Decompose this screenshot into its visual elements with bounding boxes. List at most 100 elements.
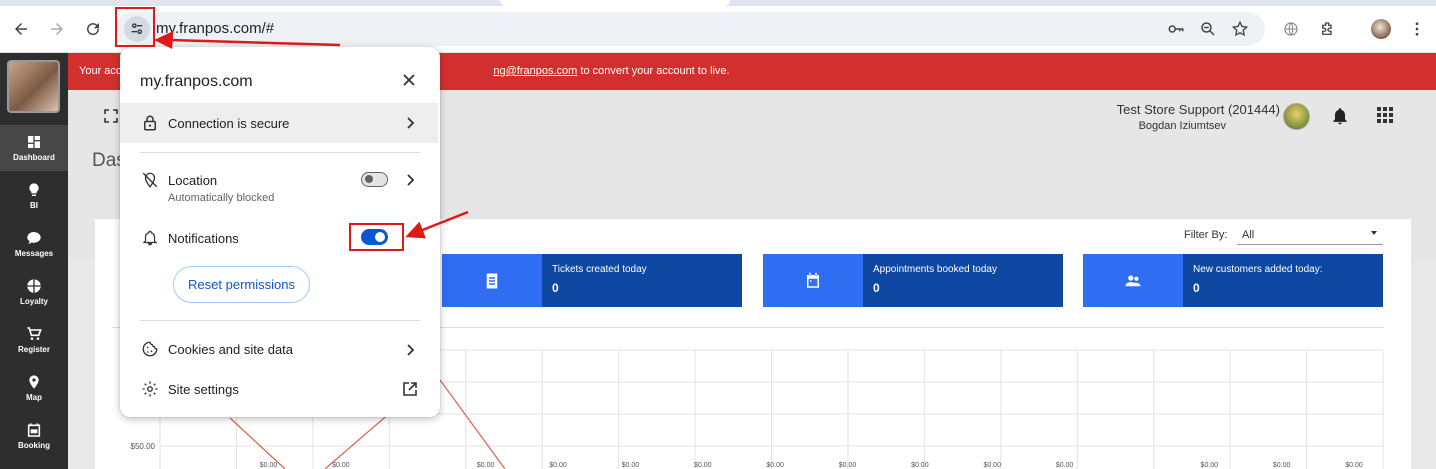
divider xyxy=(140,152,420,153)
data-point-label: $0.00 xyxy=(260,462,278,469)
forward-button[interactable] xyxy=(44,16,70,42)
chevron-right-icon[interactable] xyxy=(403,343,417,357)
data-point-label: $0.00 xyxy=(1345,462,1363,469)
data-point-label: $0.00 xyxy=(694,462,712,469)
reload-button[interactable] xyxy=(80,16,106,42)
connection-label: Connection is secure xyxy=(168,116,290,131)
url-text[interactable]: my.franpos.com/# xyxy=(156,20,274,37)
map-pin-icon xyxy=(29,375,39,389)
store-avatar[interactable] xyxy=(7,60,60,113)
people-icon xyxy=(1083,254,1183,307)
browser-toolbar: my.franpos.com/# xyxy=(0,6,1436,53)
sidebar-item-loyalty[interactable]: Loyalty xyxy=(0,269,68,315)
data-point-label: $0.00 xyxy=(477,462,495,469)
calendar-icon xyxy=(27,423,41,437)
banner-text-end: to convert your account to live. xyxy=(577,65,730,77)
cookie-icon xyxy=(141,340,159,358)
divider xyxy=(140,320,420,321)
profile-avatar[interactable] xyxy=(1368,16,1394,42)
filter-label: Filter By: xyxy=(1184,229,1228,241)
sidebar-item-label: Dashboard xyxy=(13,153,55,162)
sidebar-item-label: BI xyxy=(30,201,38,210)
sidebar-item-bi[interactable]: BI xyxy=(0,173,68,219)
user-name: Bogdan Iziumtsev xyxy=(1138,120,1226,132)
browser-menu-icon[interactable] xyxy=(1404,16,1430,42)
lightbulb-icon xyxy=(29,183,39,196)
extensions-puzzle-icon[interactable] xyxy=(1315,16,1341,42)
address-bar[interactable]: my.franpos.com/# xyxy=(115,12,1265,46)
chart-series-line xyxy=(229,417,286,469)
back-button[interactable] xyxy=(8,16,34,42)
data-point-label: $0.00 xyxy=(839,462,857,469)
annotation-highlight-site-info xyxy=(115,7,155,47)
sidebar-item-label: Messages xyxy=(14,249,54,258)
reset-permissions-button[interactable]: Reset permissions xyxy=(173,266,310,303)
stat-label: New customers added today: xyxy=(1193,264,1323,275)
data-point-label: $0.00 xyxy=(332,462,350,469)
store-name: Test Store Support (201444) xyxy=(1116,102,1280,117)
sidebar-item-label: Map xyxy=(26,393,42,402)
sidebar-item-booking[interactable]: Booking xyxy=(0,413,68,459)
stat-value: 0 xyxy=(873,281,880,295)
stat-label: Appointments booked today xyxy=(873,264,997,275)
sidebar-item-map[interactable]: Map xyxy=(0,365,68,411)
sidebar-item-register[interactable]: Register xyxy=(0,317,68,363)
chat-bubble-icon xyxy=(27,232,41,244)
data-point-label: $0.00 xyxy=(766,462,784,469)
receipt-icon xyxy=(442,254,542,307)
lock-icon xyxy=(141,114,159,132)
loyalty-icon xyxy=(27,279,41,293)
gear-icon xyxy=(141,380,159,398)
site-settings-label[interactable]: Site settings xyxy=(168,382,239,397)
chevron-right-icon xyxy=(403,116,417,130)
zoom-icon[interactable] xyxy=(1198,19,1218,39)
sidebar-item-label: Booking xyxy=(18,441,50,450)
data-point-label: $0.00 xyxy=(622,462,640,469)
stat-value: 0 xyxy=(552,281,559,295)
user-avatar[interactable] xyxy=(1283,103,1310,130)
banner-text-start: Your acc xyxy=(79,65,122,77)
reload-icon xyxy=(87,23,100,36)
stat-label: Tickets created today xyxy=(552,264,647,275)
location-off-icon xyxy=(141,171,159,189)
bell-icon[interactable] xyxy=(1330,106,1350,126)
notifications-label: Notifications xyxy=(168,231,239,246)
sidebar-item-label: Loyalty xyxy=(19,297,48,306)
location-toggle[interactable] xyxy=(361,172,388,187)
chevron-down-icon xyxy=(1371,231,1377,235)
location-status: Automatically blocked xyxy=(168,192,275,204)
apps-grid-icon[interactable] xyxy=(1376,106,1394,124)
location-label: Location xyxy=(168,173,218,188)
close-icon[interactable] xyxy=(401,72,417,88)
stat-card-customers: New customers added today: 0 xyxy=(1083,254,1383,307)
connection-secure-row[interactable]: Connection is secure xyxy=(120,103,438,143)
calendar-icon xyxy=(763,254,863,307)
data-point-label: $0.00 xyxy=(1056,462,1074,469)
annotation-highlight-notifications-toggle xyxy=(349,223,404,251)
sidebar-item-messages[interactable]: Messages xyxy=(0,221,68,267)
app-sidebar: Dashboard BI Messages Loyalty Register M… xyxy=(0,53,68,469)
data-point-label: $0.00 xyxy=(983,462,1001,469)
password-key-icon[interactable] xyxy=(1166,19,1186,39)
cookies-label[interactable]: Cookies and site data xyxy=(168,342,293,357)
chart-series-line xyxy=(439,379,506,469)
popup-domain: my.franpos.com xyxy=(140,73,253,90)
filter-select[interactable]: All xyxy=(1237,225,1383,245)
data-point-label: $0.00 xyxy=(911,462,929,469)
data-point-label: $0.00 xyxy=(549,462,567,469)
bell-icon xyxy=(141,229,159,247)
filter-value: All xyxy=(1242,229,1255,241)
arrow-right-icon xyxy=(51,23,63,35)
banner-email-link[interactable]: ng@franpos.com xyxy=(493,65,577,77)
stat-value: 0 xyxy=(1193,281,1200,295)
open-external-icon[interactable] xyxy=(402,381,418,397)
fullscreen-icon[interactable] xyxy=(104,109,118,123)
bookmark-star-icon[interactable] xyxy=(1230,19,1250,39)
sidebar-item-dashboard[interactable]: Dashboard xyxy=(0,125,68,171)
arrow-left-icon xyxy=(15,23,27,35)
chevron-right-icon[interactable] xyxy=(403,173,417,187)
sidebar-item-label: Register xyxy=(17,345,50,354)
globe-icon[interactable] xyxy=(1278,16,1304,42)
data-point-label: $0.00 xyxy=(1201,462,1219,469)
dashboard-icon xyxy=(28,136,40,148)
